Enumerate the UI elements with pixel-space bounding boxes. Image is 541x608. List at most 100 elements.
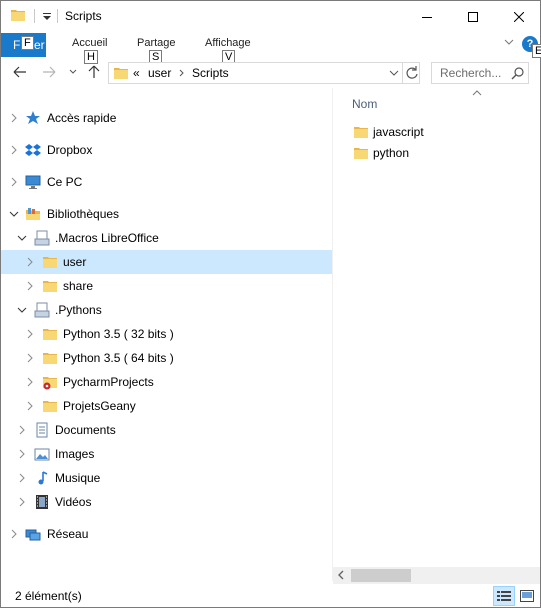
tab-partage[interactable]: Partage [137,37,176,49]
nav-item-label: Ce PC [47,175,83,189]
minimize-icon [422,16,432,18]
chevron-right-icon[interactable] [25,352,35,364]
column-header-name[interactable]: Nom [352,97,377,111]
explorer-window: Scripts Fi F er Accueil H Partage S Affi… [0,0,541,608]
folder-icon [114,68,128,79]
close-button[interactable] [496,1,541,32]
folder-icon [43,329,57,340]
sort-ascending-icon [472,90,482,96]
chevron-right-icon[interactable] [25,280,35,292]
forward-button[interactable] [41,64,57,80]
documents-icon [36,422,48,438]
chevron-right-icon[interactable] [25,400,35,412]
folder-icon [43,353,57,364]
nav-item-macros-libreoffice[interactable]: .Macros LibreOffice [1,226,332,250]
nav-item-pycharmprojects[interactable]: PycharmProjects [1,370,332,394]
title-bar: Scripts [1,1,540,32]
file-item-python[interactable]: python [351,143,531,163]
nav-item-vid-os[interactable]: Vidéos [1,490,332,514]
file-item-javascript[interactable]: javascript [351,122,531,142]
ribbon-expand-icon[interactable] [503,36,515,48]
library-icon [26,208,40,220]
refresh-icon[interactable] [404,65,420,81]
chevron-right-icon[interactable] [25,376,35,388]
nav-item-label: .Pythons [55,303,102,317]
ribbon-tabs: Fi F er Accueil H Partage S Affichage V … [1,32,541,64]
breadcrumb-overflow[interactable]: « [133,66,140,80]
search-icon[interactable] [511,66,525,80]
details-view-button[interactable] [493,586,515,606]
nav-item-musique[interactable]: Musique [1,466,332,490]
back-button[interactable] [12,64,28,80]
chevron-right-icon[interactable] [17,472,27,484]
breadcrumb-scripts[interactable]: Scripts [192,66,229,80]
nav-item-ce-pc[interactable]: Ce PC [1,170,332,194]
minimize-button[interactable] [404,1,450,32]
nav-item-share[interactable]: share [1,274,332,298]
tab-file[interactable]: Fi F er [1,33,46,57]
nav-item-label: PycharmProjects [63,375,154,389]
nav-item-projetsgeany[interactable]: ProjetsGeany [1,394,332,418]
chevron-down-icon[interactable] [17,304,27,316]
file-list: Nom javascript python [333,88,540,581]
nav-item-python-3-5-32-bits[interactable]: Python 3.5 ( 32 bits ) [1,322,332,346]
keytip-file: F [21,36,34,50]
breadcrumb-user[interactable]: user [148,66,171,80]
scrollbar-thumb[interactable] [351,569,411,582]
chevron-right-icon[interactable] [17,448,27,460]
chevron-right-icon[interactable] [25,328,35,340]
file-name: javascript [373,125,424,139]
nav-item-dropbox[interactable]: Dropbox [1,138,332,162]
navigation-bar: « user Scripts Recherch... [1,58,540,88]
chevron-down-icon[interactable] [9,208,19,220]
horizontal-scrollbar[interactable] [333,567,540,584]
nav-item-biblioth-ques[interactable]: Bibliothèques [1,202,332,226]
chevron-right-icon[interactable] [25,256,35,268]
nav-item-acc-s-rapide[interactable]: Accès rapide [1,106,332,130]
large-icons-view-button[interactable] [516,586,538,606]
maximize-button[interactable] [450,1,496,32]
chevron-right-icon[interactable] [9,112,19,124]
up-button[interactable] [86,64,102,80]
chevron-down-icon[interactable] [17,232,27,244]
nav-item-label: Bibliothèques [47,207,120,221]
images-icon [34,448,50,461]
videos-icon [36,495,48,509]
chevron-right-icon[interactable] [9,144,19,156]
address-bar[interactable]: « user Scripts [108,62,420,84]
quick-access-dropdown-icon[interactable] [41,11,53,23]
close-icon [514,11,524,22]
nav-item-label: Documents [55,423,116,437]
nav-item-label: Images [55,447,95,461]
chevron-right-icon[interactable] [9,528,19,540]
status-bar: 2 élément(s) [1,584,540,607]
chevron-down-icon [69,69,77,74]
address-dropdown-icon[interactable] [388,66,400,80]
scroll-left-icon[interactable] [337,570,345,580]
computer-icon [25,175,41,189]
network-icon [25,529,41,541]
nav-item-label: ProjetsGeany [63,399,136,413]
nav-item-label: Vidéos [55,495,92,509]
recent-locations-button[interactable] [65,64,81,80]
star-icon [26,111,40,124]
tab-affichage[interactable]: Affichage [205,37,251,49]
navigation-pane: Accès rapide Dropbox Ce PC Bibliothèques .Ma… [1,88,332,581]
chevron-right-icon[interactable] [17,424,27,436]
chevron-right-icon[interactable] [9,176,19,188]
tab-accueil[interactable]: Accueil [72,37,107,49]
file-name: python [373,146,410,160]
nav-item-documents[interactable]: Documents [1,418,332,442]
library-doc-icon [34,230,50,246]
nav-item-user[interactable]: user [1,250,332,274]
nav-item-images[interactable]: Images [1,442,332,466]
nav-item-pythons[interactable]: .Pythons [1,298,332,322]
nav-item-label: Musique [55,471,101,485]
search-box[interactable]: Recherch... [431,62,529,84]
nav-item-r-seau[interactable]: Réseau [1,522,332,546]
window-title: Scripts [65,9,102,23]
nav-item-python-3-5-64-bits[interactable]: Python 3.5 ( 64 bits ) [1,346,332,370]
nav-item-label: user [63,255,87,269]
chevron-right-icon[interactable] [17,496,27,508]
chevron-right-icon[interactable] [178,69,186,77]
